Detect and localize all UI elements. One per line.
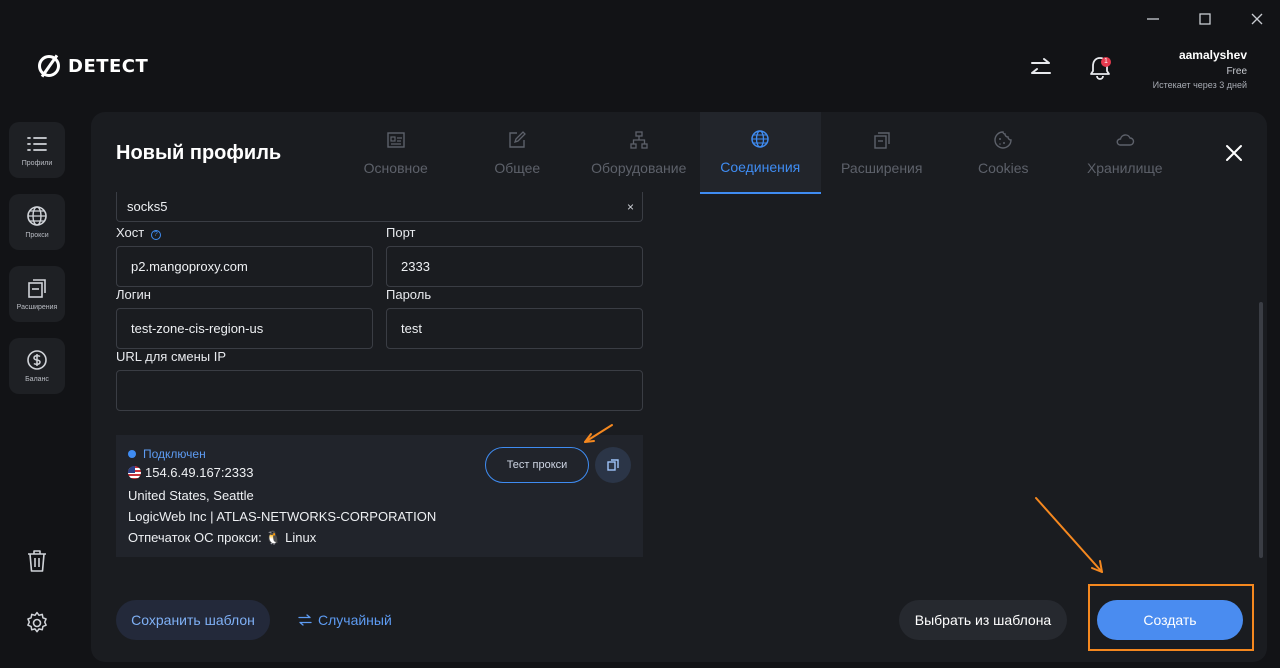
id-card-icon [387,132,405,148]
host-label-text: Хост [116,225,145,240]
cookie-icon [994,131,1012,149]
port-value: 2333 [401,259,430,274]
app-logo: DETECT [38,55,148,77]
sidebar-item-extensions[interactable]: Расширения [9,266,65,322]
hierarchy-icon [630,131,648,149]
port-label: Порт [386,225,416,240]
login-label: Логин [116,287,151,302]
app-window: DETECT 1 aamalyshev Free Истекает через … [0,0,1280,668]
sidebar-item-label: Профили [21,160,53,167]
tab-bar: Основное Общее Оборудование Соединения Р… [335,112,1186,194]
host-label: Хост ? [116,225,161,240]
proxy-ip-text: 154.6.49.167:2333 [145,465,254,480]
tab-hardware[interactable]: Оборудование [578,112,700,194]
swap-icon [298,614,312,626]
tab-label: Основное [363,160,428,176]
swap-icon[interactable] [1029,56,1053,80]
trash-icon[interactable] [24,548,50,574]
sidebar-item-label: Прокси [25,232,49,239]
scrollbar[interactable] [1259,302,1263,558]
port-input[interactable]: 2333 [386,246,643,287]
sidebar-item-proxy[interactable]: Прокси [9,194,65,250]
connection-status: Подключен [128,447,206,461]
sidebar: Профили Прокси Расширения Баланс [9,122,65,394]
tab-connections[interactable]: Соединения [699,112,821,194]
extensions-icon [28,279,46,298]
random-button[interactable]: Случайный [298,600,392,640]
choose-template-button[interactable]: Выбрать из шаблона [899,600,1067,640]
globe-icon [27,206,47,226]
password-input[interactable]: test [386,308,643,349]
clear-icon[interactable]: × [627,200,634,214]
tab-label: Cookies [977,160,1029,176]
test-proxy-button[interactable]: Тест прокси [485,447,589,483]
proxy-ip: 154.6.49.167:2333 [128,465,253,480]
us-flag-icon [128,466,141,479]
user-plan: Free [1226,66,1247,77]
tab-cookies[interactable]: Cookies [943,112,1065,194]
random-label: Случайный [318,612,392,628]
gear-icon[interactable] [24,610,50,636]
login-input[interactable]: test-zone-cis-region-us [116,308,373,349]
tab-label: Оборудование [591,160,687,176]
tab-storage[interactable]: Хранилище [1064,112,1186,194]
sidebar-item-label: Расширения [16,304,58,311]
status-text: Подключен [143,447,206,461]
tab-common[interactable]: Общее [457,112,579,194]
tab-label: Расширения [841,160,923,176]
help-icon[interactable]: ? [150,230,161,240]
password-label: Пароль [386,287,432,302]
proxy-type-select[interactable]: socks5 × [116,192,643,222]
password-value: test [401,321,422,336]
window-controls [1144,10,1266,28]
tab-label: Соединения [720,159,801,175]
logo-text: DETECT [68,55,149,77]
user-name: aamalyshev [1178,48,1247,62]
page-title: Новый профиль [116,142,282,164]
sidebar-item-balance[interactable]: Баланс [9,338,65,394]
user-info[interactable]: aamalyshev Free Истекает через 3 дней [1153,48,1247,90]
minimize-icon[interactable] [1144,10,1162,28]
extensions-icon [874,132,890,149]
tab-label: Хранилище [1086,160,1163,176]
tab-general[interactable]: Основное [335,112,457,194]
sidebar-item-profiles[interactable]: Профили [9,122,65,178]
proxy-status-card: Подключен 154.6.49.167:2333 United State… [116,435,643,557]
save-template-button[interactable]: Сохранить шаблон [116,600,270,640]
close-window-icon[interactable] [1248,10,1266,28]
plan-expiry: Истекает через 3 дней [1152,80,1247,90]
create-button[interactable]: Создать [1097,600,1243,640]
host-input[interactable]: p2.mangoproxy.com [116,246,373,287]
dollar-icon [27,350,47,370]
proxy-isp: LogicWeb Inc | ATLAS-NETWORKS-CORPORATIO… [128,509,437,524]
copy-button[interactable] [595,447,631,483]
edit-icon [509,131,527,148]
sidebar-item-label: Баланс [25,376,49,383]
proxy-type-value: socks5 [127,199,168,214]
status-dot [128,450,136,458]
tab-extensions[interactable]: Расширения [821,112,943,194]
proxy-os-fingerprint: Отпечаток ОС прокси: 🐧 Linux [128,530,317,545]
notification-badge: 1 [1101,57,1111,67]
cloud-icon [1116,134,1134,146]
close-icon[interactable] [1223,142,1245,164]
list-icon [27,137,47,151]
maximize-icon[interactable] [1196,10,1214,28]
new-profile-panel: Новый профиль Основное Общее Оборудовани… [91,112,1267,662]
host-value: p2.mangoproxy.com [131,259,248,274]
copy-icon [607,459,619,471]
proxy-location: United States, Seattle [128,488,254,503]
ip-change-url-input[interactable] [116,370,643,411]
logo-icon [38,55,60,77]
ip-change-url-label: URL для смены IP [116,349,227,364]
globe-icon [751,130,769,148]
login-value: test-zone-cis-region-us [131,321,264,336]
tab-label: Общее [494,160,541,176]
